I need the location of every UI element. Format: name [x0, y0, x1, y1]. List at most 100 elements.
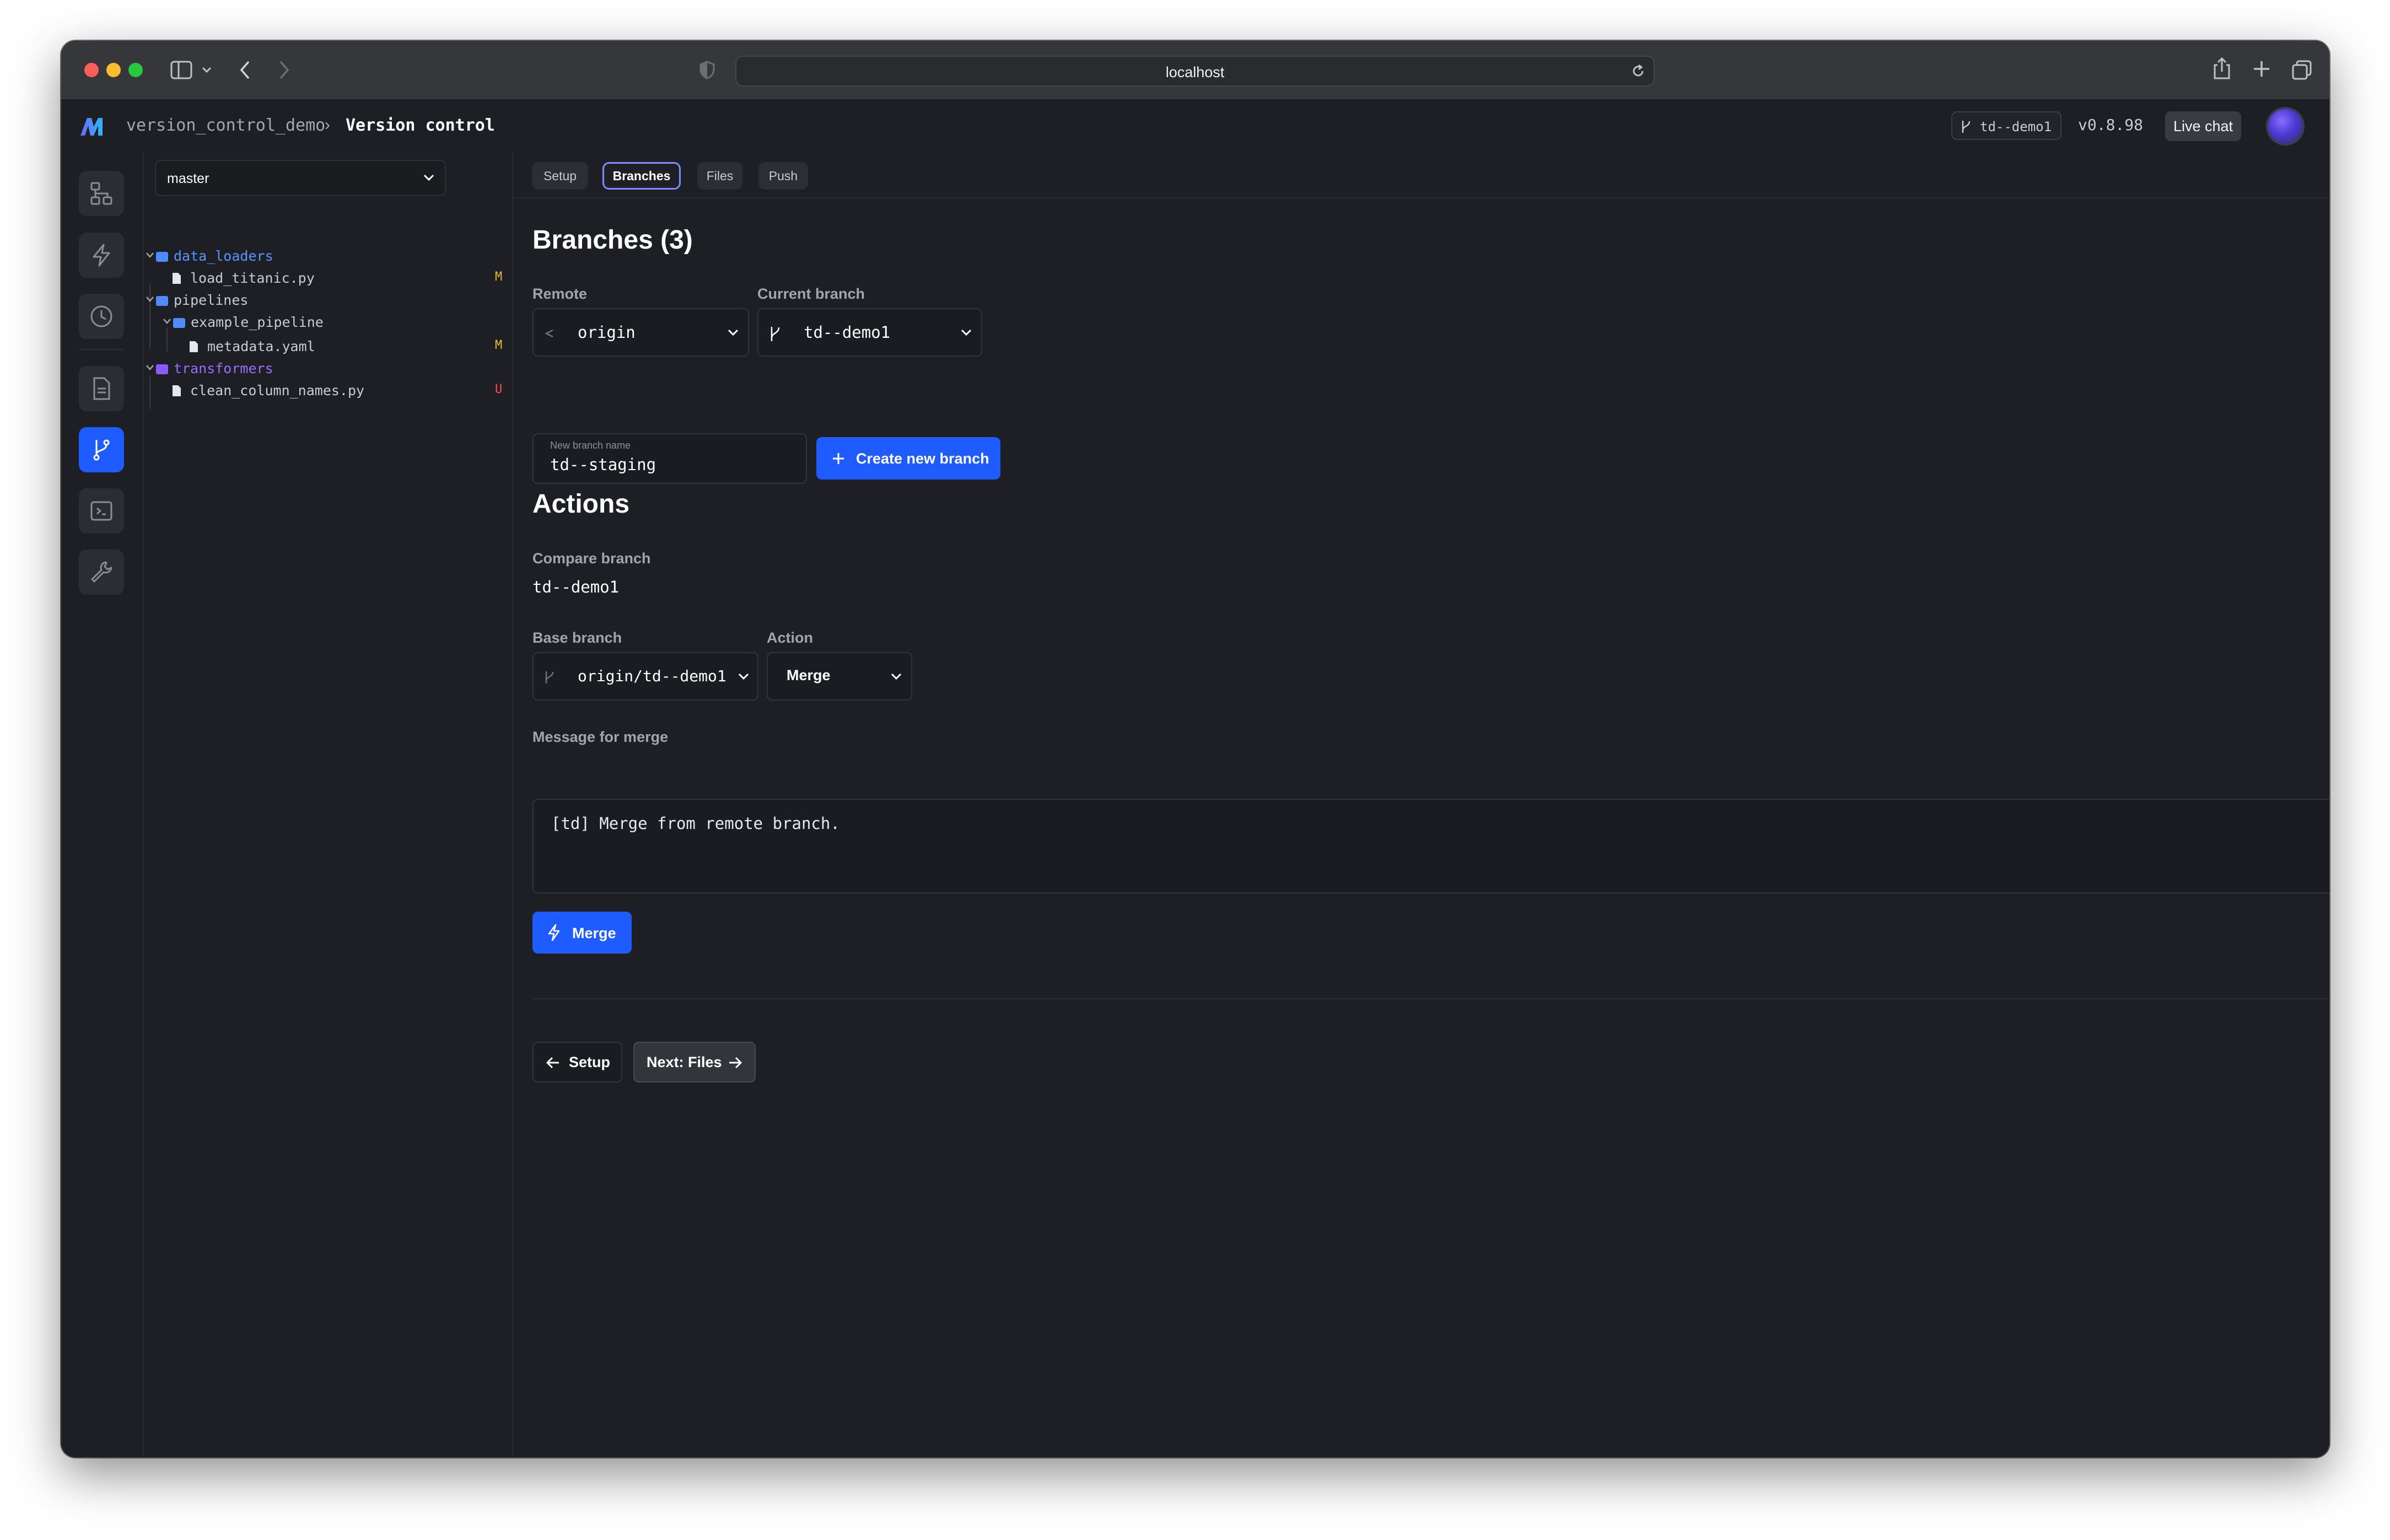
base-branch-label: Base branch — [532, 629, 622, 646]
arrow-left-icon — [546, 1057, 559, 1069]
current-branch-select-value: td--demo1 — [804, 323, 891, 342]
address-bar[interactable]: localhost — [735, 56, 1655, 87]
rail-terminal-button[interactable] — [79, 488, 124, 534]
url-text: localhost — [1165, 64, 1225, 80]
file-icon — [190, 341, 198, 352]
tab-branches[interactable]: Branches — [602, 162, 681, 190]
compare-branch-value: td--demo1 — [532, 578, 620, 596]
tree-folder-row[interactable]: transformers — [144, 359, 512, 378]
chevron-down-icon[interactable] — [201, 66, 212, 74]
section-divider — [532, 998, 2329, 999]
tree-file-label: load_titanic.py — [190, 270, 315, 286]
rail-files-button[interactable] — [79, 366, 124, 411]
chevron-down-icon — [163, 319, 171, 324]
tab-setup[interactable]: Setup — [532, 162, 588, 190]
git-branch-icon — [771, 327, 780, 341]
file-tree-panel: master data_loaders load_titanic.py M pi… — [144, 151, 513, 1457]
merge-button[interactable]: Merge — [532, 912, 632, 954]
git-status-badge: M — [495, 270, 503, 284]
tree-folder-label: transformers — [174, 360, 273, 376]
folder-icon — [156, 364, 168, 374]
chevron-down-icon — [146, 365, 154, 370]
remote-select[interactable]: origin — [532, 308, 749, 357]
new-tab-icon[interactable] — [2252, 60, 2271, 78]
next-files-label: Next: Files — [647, 1054, 722, 1070]
tree-folder-row[interactable]: pipelines — [144, 291, 512, 310]
file-tree-branch-value: master — [167, 171, 209, 186]
tree-file-label: clean_column_names.py — [190, 383, 365, 399]
new-branch-placeholder: New branch name — [550, 440, 631, 451]
file-tree-branch-select[interactable]: master — [155, 160, 446, 196]
tab-overview-icon[interactable] — [2291, 60, 2312, 80]
rail-pipelines-button[interactable] — [79, 171, 124, 216]
current-branch-select[interactable]: td--demo1 — [757, 308, 982, 357]
avatar[interactable] — [2268, 109, 2302, 143]
close-window-button[interactable] — [84, 63, 99, 77]
compare-branch-label: Compare branch — [532, 550, 651, 567]
zoom-window-button[interactable] — [128, 63, 143, 77]
base-branch-select-value: origin/td--demo1 — [578, 667, 726, 685]
current-branch-pill-label: td--demo1 — [1980, 119, 2052, 134]
lightning-icon — [548, 924, 560, 941]
git-branch-icon — [545, 671, 554, 683]
terminal-icon — [90, 501, 112, 521]
tree-folder-label: data_loaders — [174, 248, 273, 264]
sidebar-toggle-icon[interactable] — [170, 61, 192, 79]
tree-folder-row[interactable]: data_loaders — [144, 247, 512, 266]
back-icon[interactable] — [239, 60, 252, 80]
current-branch-label: Current branch — [757, 286, 865, 302]
back-setup-button[interactable]: Setup — [532, 1042, 622, 1083]
mage-logo-icon[interactable] — [79, 115, 108, 137]
merge-message-textarea[interactable]: [td] Merge from remote branch. — [532, 799, 2329, 893]
breadcrumb-project[interactable]: version_control_demo — [126, 116, 325, 135]
tab-files[interactable]: Files — [697, 162, 742, 190]
chevron-down-icon — [146, 252, 154, 258]
next-files-button[interactable]: Next: Files — [633, 1042, 756, 1083]
new-branch-input[interactable]: New branch name td--staging — [532, 433, 807, 484]
reload-icon[interactable] — [1630, 63, 1646, 79]
git-status-badge: U — [495, 383, 503, 396]
share-icon[interactable] — [2213, 56, 2231, 80]
forward-icon[interactable] — [277, 60, 290, 80]
tree-folder-row[interactable]: example_pipeline — [144, 313, 512, 332]
page-title: Version control — [346, 116, 495, 135]
minimize-window-button[interactable] — [106, 63, 121, 77]
app-header: version_control_demo › Version control t… — [61, 99, 2329, 152]
chevron-down-icon — [146, 297, 154, 302]
chevron-down-icon — [423, 174, 434, 181]
tree-file-row[interactable]: load_titanic.py M — [144, 269, 512, 288]
rail-triggers-button[interactable] — [79, 233, 124, 278]
rail-divider — [79, 349, 124, 350]
file-icon — [173, 273, 181, 284]
rail-history-button[interactable] — [79, 294, 124, 339]
base-branch-select[interactable]: origin/td--demo1 — [532, 652, 758, 701]
tab-push[interactable]: Push — [758, 162, 808, 190]
remote-icon — [545, 329, 553, 338]
folder-icon — [156, 252, 168, 262]
current-branch-pill[interactable]: td--demo1 — [1951, 111, 2061, 140]
tree-file-label: metadata.yaml — [207, 338, 315, 354]
browser-toolbar: localhost — [61, 41, 2329, 100]
chevron-down-icon — [738, 673, 749, 680]
tree-file-row[interactable]: clean_column_names.py U — [144, 381, 512, 400]
merge-message-label: Message for merge — [532, 729, 669, 745]
rail-settings-button[interactable] — [79, 550, 124, 595]
folder-icon — [156, 296, 168, 306]
new-branch-value: td--staging — [550, 455, 656, 474]
settings-icon — [91, 561, 112, 583]
actions-heading: Actions — [532, 489, 630, 519]
privacy-shield-icon[interactable] — [699, 61, 715, 79]
chevron-down-icon — [891, 673, 902, 680]
branches-heading: Branches (3) — [532, 225, 693, 255]
remote-label: Remote — [532, 286, 588, 302]
action-select[interactable]: Merge — [767, 652, 912, 701]
merge-button-label: Merge — [572, 925, 616, 941]
action-select-value: Merge — [787, 667, 831, 683]
create-new-branch-button[interactable]: Create new branch — [816, 437, 1000, 480]
back-setup-label: Setup — [569, 1054, 611, 1070]
tree-file-row[interactable]: metadata.yaml M — [144, 337, 512, 356]
rail-version-control-button[interactable] — [79, 427, 124, 472]
tree-folder-label: pipelines — [174, 292, 249, 308]
folder-icon — [173, 318, 185, 328]
live-chat-button[interactable]: Live chat — [2165, 111, 2241, 141]
